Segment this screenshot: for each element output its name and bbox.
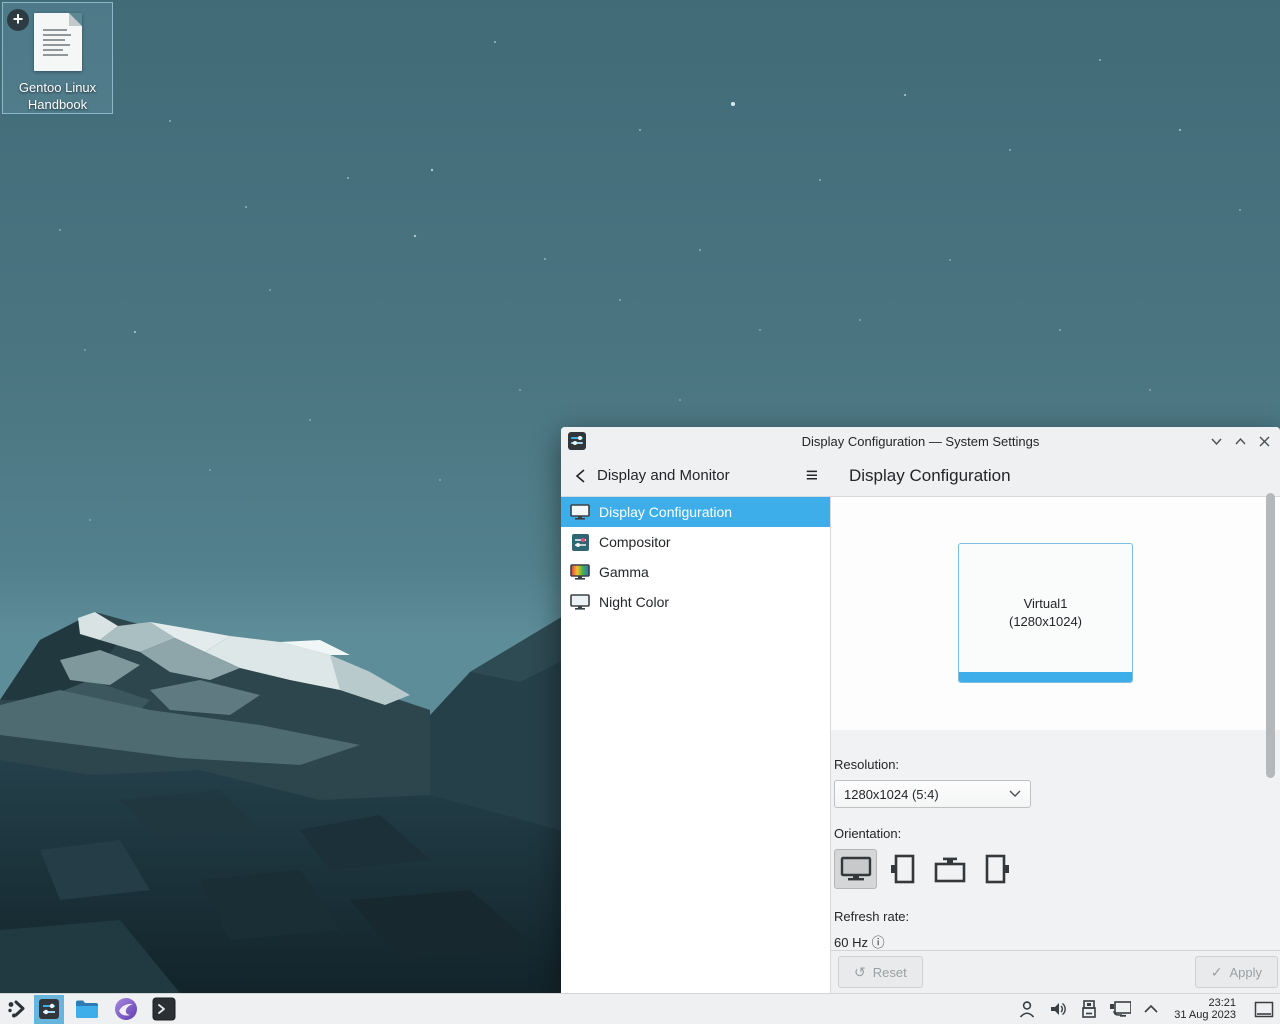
- display-configuration-pane: Virtual1 (1280x1024) Resolution: 1280x10…: [830, 497, 1280, 993]
- orientation-label: Orientation:: [834, 826, 1280, 841]
- chevron-down-icon: [1009, 790, 1021, 798]
- task-system-settings[interactable]: [34, 995, 64, 1024]
- desktop-icon-label: Gentoo Linux Handbook: [6, 79, 110, 113]
- gamma-icon: [570, 563, 590, 581]
- info-icon: ⓘ: [872, 935, 885, 950]
- reset-icon: ↺: [854, 964, 866, 981]
- minimize-button[interactable]: [1210, 435, 1223, 448]
- clock-date: 31 Aug 2023: [1174, 1009, 1236, 1021]
- document-icon: [34, 13, 82, 71]
- orientation-buttons: [834, 849, 1280, 889]
- display-connector-icon[interactable]: [1109, 998, 1131, 1020]
- close-button[interactable]: [1258, 435, 1271, 448]
- window-titlebar[interactable]: Display Configuration — System Settings: [561, 427, 1280, 455]
- resolution-dropdown[interactable]: 1280x1024 (5:4): [834, 780, 1031, 808]
- user-session-icon[interactable]: [1016, 998, 1038, 1020]
- monitor-preview[interactable]: Virtual1 (1280x1024): [958, 543, 1133, 683]
- refresh-rate-value[interactable]: 60 Hz ⓘ: [834, 932, 1280, 950]
- refresh-rate-label: Refresh rate:: [834, 909, 1280, 924]
- add-emblem-icon: +: [7, 9, 29, 31]
- category-title: Display and Monitor: [597, 467, 730, 484]
- hamburger-menu-icon[interactable]: ≡: [806, 467, 818, 485]
- orientation-landscape-flipped-button[interactable]: [928, 849, 971, 889]
- apply-button[interactable]: ✓ Apply: [1195, 956, 1278, 988]
- show-desktop-button[interactable]: [1251, 996, 1277, 1022]
- orientation-portrait-right-button[interactable]: [975, 849, 1018, 889]
- monitor-name: Virtual1: [1024, 595, 1068, 613]
- task-falkon-browser[interactable]: [111, 995, 141, 1024]
- removable-device-icon[interactable]: [1078, 998, 1100, 1020]
- settings-sidebar: Display Configuration Compositor: [561, 497, 830, 993]
- sidebar-item-gamma[interactable]: Gamma: [561, 557, 830, 587]
- maximize-button[interactable]: [1234, 435, 1247, 448]
- orientation-portrait-left-button[interactable]: [881, 849, 924, 889]
- compositor-icon: [570, 533, 590, 551]
- apply-check-icon: ✓: [1211, 964, 1223, 981]
- taskbar: 23:21 31 Aug 2023: [0, 993, 1280, 1024]
- desktop-icon-gentoo-handbook[interactable]: + Gentoo Linux Handbook: [2, 2, 113, 114]
- display-settings-form: Resolution: 1280x1024 (5:4) Orientation:: [831, 730, 1280, 950]
- sidebar-item-compositor[interactable]: Compositor: [561, 527, 830, 557]
- vertical-scrollbar[interactable]: [1266, 493, 1275, 778]
- night-color-icon: [570, 593, 590, 611]
- sidebar-item-label: Gamma: [599, 564, 649, 580]
- screen-arrangement-area: Virtual1 (1280x1024): [831, 497, 1280, 730]
- window-header: Display and Monitor ≡ Display Configurat…: [561, 455, 1280, 497]
- clock-time: 23:21: [1174, 997, 1236, 1009]
- page-title: Display Configuration: [849, 466, 1011, 486]
- orientation-landscape-button[interactable]: [834, 849, 877, 889]
- tray-expand-chevron-icon[interactable]: [1140, 998, 1162, 1020]
- volume-icon[interactable]: [1047, 998, 1069, 1020]
- window-title: Display Configuration — System Settings: [561, 434, 1280, 449]
- back-button[interactable]: [571, 466, 591, 486]
- desktop: + Gentoo Linux Handbook Display Configur…: [0, 0, 1280, 1024]
- task-konsole-terminal[interactable]: [149, 995, 179, 1024]
- display-icon: [570, 503, 590, 521]
- application-launcher-button[interactable]: [2, 995, 32, 1024]
- resolution-label: Resolution:: [834, 757, 1280, 772]
- system-settings-window: Display Configuration — System Settings …: [561, 427, 1280, 993]
- resolution-value: 1280x1024 (5:4): [844, 787, 939, 802]
- digital-clock[interactable]: 23:21 31 Aug 2023: [1174, 997, 1236, 1021]
- monitor-accent-bar: [959, 672, 1132, 682]
- sidebar-item-label: Night Color: [599, 594, 669, 610]
- sidebar-item-label: Display Configuration: [599, 504, 732, 520]
- task-dolphin-file-manager[interactable]: [72, 995, 102, 1024]
- footer-button-bar: ↺ Reset ✓ Apply: [831, 950, 1280, 993]
- sidebar-item-display-configuration[interactable]: Display Configuration: [561, 497, 830, 527]
- reset-button[interactable]: ↺ Reset: [838, 956, 923, 988]
- sidebar-item-night-color[interactable]: Night Color: [561, 587, 830, 617]
- sidebar-item-label: Compositor: [599, 534, 671, 550]
- monitor-resolution: (1280x1024): [1009, 613, 1082, 631]
